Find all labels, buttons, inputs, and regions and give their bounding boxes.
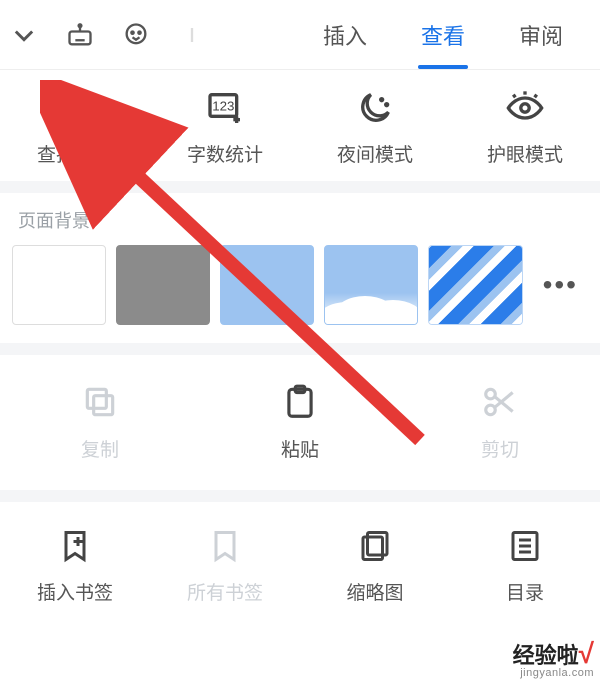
paste-label: 粘贴 bbox=[281, 435, 319, 462]
find-replace-label: 查找替换 bbox=[37, 140, 113, 167]
eye-care-label: 护眼模式 bbox=[487, 140, 563, 167]
watermark-text: 经验啦 bbox=[513, 643, 579, 668]
bg-swatch-pattern[interactable] bbox=[428, 245, 522, 325]
divider bbox=[0, 343, 600, 355]
all-bookmarks-label: 所有书签 bbox=[187, 578, 263, 605]
scissors-icon bbox=[481, 383, 519, 421]
all-bookmarks-button: 所有书签 bbox=[150, 528, 300, 605]
word-count-icon: 123 bbox=[205, 88, 245, 128]
divider bbox=[0, 181, 600, 193]
contents-button[interactable]: 目录 bbox=[450, 528, 600, 605]
night-mode-label: 夜间模式 bbox=[337, 140, 413, 167]
paste-button[interactable]: 粘贴 bbox=[200, 383, 400, 462]
collapse-icon[interactable] bbox=[10, 21, 38, 49]
page-bg-row: ••• bbox=[0, 239, 600, 343]
pages-icon bbox=[357, 528, 393, 564]
svg-text:123: 123 bbox=[212, 99, 234, 114]
tab-insert[interactable]: 插入 bbox=[296, 1, 394, 69]
top-tabs: 插入 查看 审阅 bbox=[296, 1, 590, 69]
bookmark-add-icon bbox=[57, 528, 93, 564]
watermark-url: jingyanla.com bbox=[513, 668, 594, 679]
word-count-label: 字数统计 bbox=[187, 140, 263, 167]
copy-label: 复制 bbox=[81, 435, 119, 462]
eye-care-button[interactable]: 护眼模式 bbox=[450, 88, 600, 167]
cursor-icon[interactable] bbox=[178, 21, 206, 49]
bookmark-icon bbox=[207, 528, 243, 564]
bg-swatch-cloud[interactable] bbox=[324, 245, 418, 325]
cut-button: 剪切 bbox=[400, 383, 600, 462]
bg-swatch-blue[interactable] bbox=[220, 245, 314, 325]
find-replace-button[interactable]: 查找替换 bbox=[0, 88, 150, 167]
night-mode-button[interactable]: 夜间模式 bbox=[300, 88, 450, 167]
bg-swatch-white[interactable] bbox=[12, 245, 106, 325]
word-count-button[interactable]: 123 字数统计 bbox=[150, 88, 300, 167]
more-backgrounds-button[interactable]: ••• bbox=[533, 245, 588, 325]
copy-icon bbox=[81, 383, 119, 421]
insert-bookmark-button[interactable]: 插入书签 bbox=[0, 528, 150, 605]
top-left-icons bbox=[10, 21, 206, 49]
bottom-row: 插入书签 所有书签 缩略图 目录 bbox=[0, 502, 600, 633]
clipboard-icon bbox=[281, 383, 319, 421]
list-icon bbox=[507, 528, 543, 564]
thumbnail-button[interactable]: 缩略图 bbox=[300, 528, 450, 605]
cut-label: 剪切 bbox=[481, 435, 519, 462]
bg-swatch-gray[interactable] bbox=[116, 245, 210, 325]
watermark-check: √ bbox=[579, 638, 594, 669]
divider bbox=[0, 490, 600, 502]
search-icon bbox=[55, 88, 95, 128]
watermark: 经验啦√ jingyanla.com bbox=[513, 640, 594, 679]
page-bg-title: 页面背景 bbox=[0, 193, 600, 239]
insert-bookmark-label: 插入书签 bbox=[37, 578, 113, 605]
clipboard-row: 复制 粘贴 剪切 bbox=[0, 355, 600, 490]
top-toolbar: 插入 查看 审阅 bbox=[0, 0, 600, 70]
keyboard-icon[interactable] bbox=[66, 21, 94, 49]
contents-label: 目录 bbox=[506, 578, 544, 605]
moon-icon bbox=[355, 88, 395, 128]
tool-row: 查找替换 123 字数统计 夜间模式 护眼模式 bbox=[0, 70, 600, 181]
tab-review[interactable]: 审阅 bbox=[492, 1, 590, 69]
copy-button: 复制 bbox=[0, 383, 200, 462]
eye-icon bbox=[505, 88, 545, 128]
assistant-icon[interactable] bbox=[122, 21, 150, 49]
tab-view[interactable]: 查看 bbox=[394, 1, 492, 69]
thumbnail-label: 缩略图 bbox=[346, 578, 403, 605]
